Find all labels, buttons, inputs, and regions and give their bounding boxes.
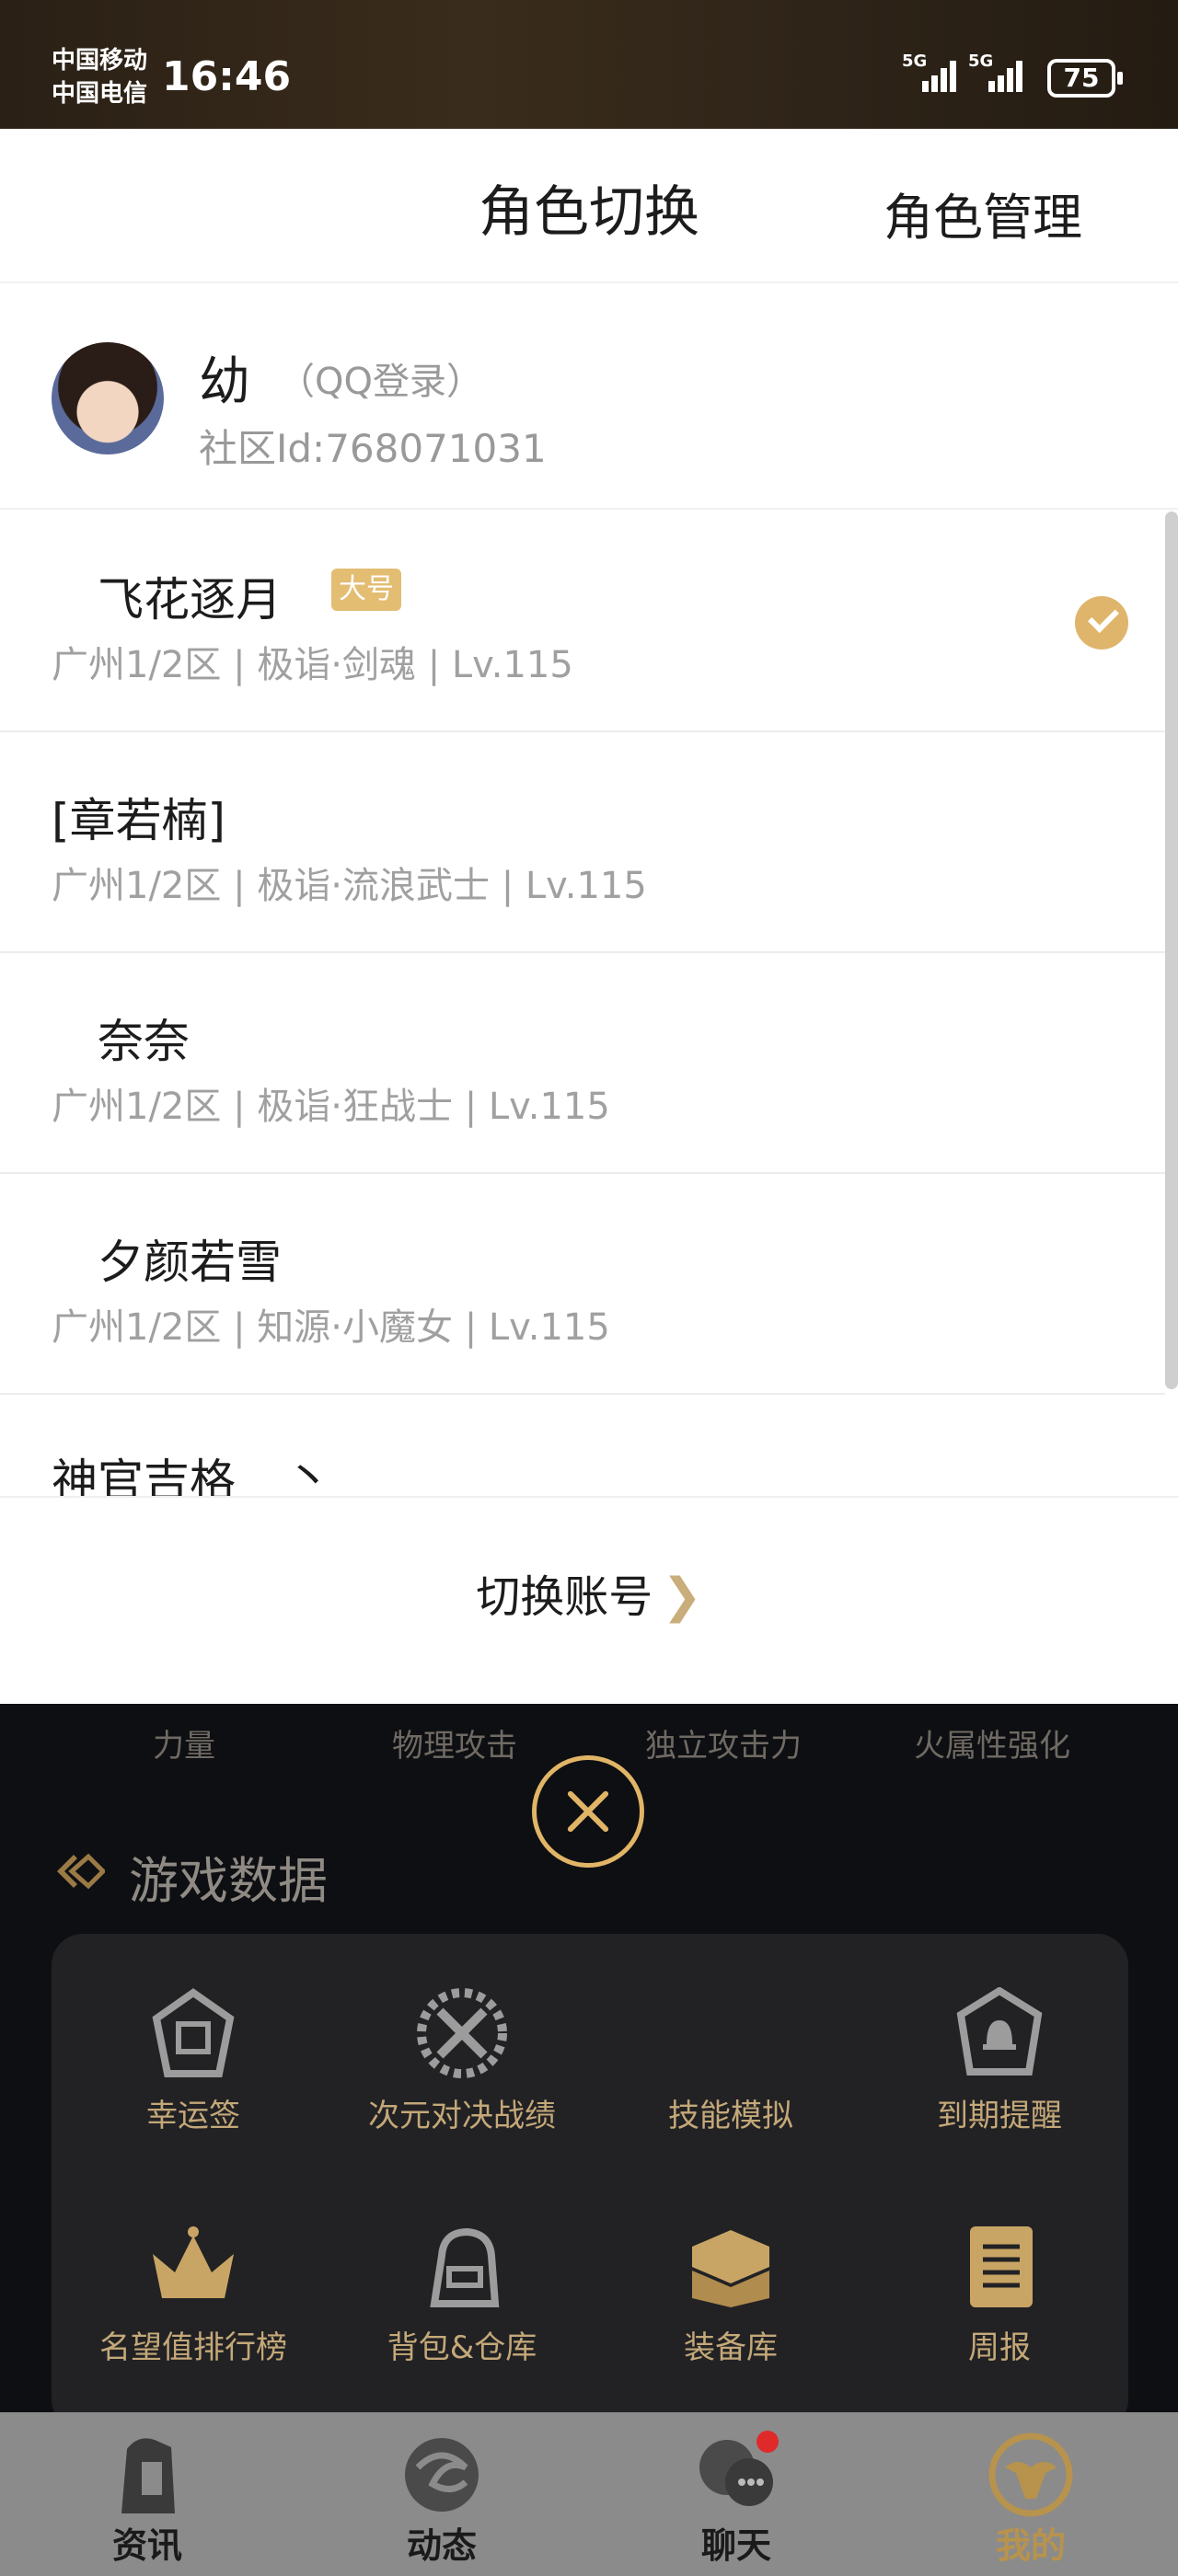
role-switch-sheet: 角色切换 角色管理 幼 （QQ登录） 社区Id:768071031 飞花逐月 大…: [0, 129, 1178, 1704]
crown-icon: [153, 2226, 234, 2298]
role-name: [章若楠]: [52, 794, 226, 847]
check-circle-icon: [1075, 596, 1128, 650]
arrow-right-icon: ❯: [662, 1569, 702, 1624]
sheet-header: 角色切换 角色管理: [0, 129, 1178, 283]
carrier-2: 中国电信: [52, 80, 148, 108]
stat-strength: 力量: [153, 1728, 215, 1765]
nav-label: 动态: [406, 2525, 477, 2566]
carrier-labels: 中国移动 中国电信: [52, 44, 147, 110]
tool-weekly-report[interactable]: 周报: [865, 2201, 1134, 2403]
nav-label: 资讯: [111, 2525, 182, 2566]
dragon-icon: [405, 2438, 479, 2512]
switch-account-label: 切换账号: [476, 1571, 653, 1623]
nav-item-chat[interactable]: 聊天: [589, 2412, 884, 2576]
avatar: [52, 342, 164, 454]
game-data-panel: 幸运签 次元对决战绩 技能模拟 到期提醒 名望值排行榜 背包&仓库 装备库 周报: [52, 1934, 1128, 2431]
bottom-nav: 资讯 动态 聊天 我的: [0, 2412, 1178, 2576]
tool-backpack-storage[interactable]: 背包&仓库: [328, 2201, 596, 2403]
nav-item-news[interactable]: 资讯: [0, 2412, 294, 2576]
main-account-badge: 大号: [331, 569, 401, 611]
tool-label: 到期提醒: [937, 2098, 1062, 2134]
role-name: 飞花逐月: [98, 573, 282, 627]
close-circle-icon[interactable]: [532, 1755, 644, 1868]
tool-label: 技能模拟: [668, 2098, 793, 2134]
role-item-feihuazhuyue[interactable]: 飞花逐月 大号 广州1/2区 | 极诣·剑魂 | Lv.115: [0, 512, 1165, 732]
stat-independent-attack: 独立攻击力: [645, 1728, 802, 1765]
dimension-battle-icon: [417, 1988, 507, 2078]
carrier-1: 中国移动: [52, 47, 148, 75]
status-bar: 中国移动 中国电信 16:46 5G 5G 75: [0, 0, 1178, 129]
role-detail: 广州1/2区 | 极诣·狂战士 | Lv.115: [52, 1086, 610, 1128]
role-detail: 广州1/2区 | 极诣·剑魂 | Lv.115: [52, 644, 573, 686]
tool-lucky-draw[interactable]: 幸运签: [59, 1969, 328, 2171]
stat-physical-attack: 物理攻击: [392, 1728, 517, 1765]
tool-label: 背包&仓库: [387, 2329, 537, 2366]
role-detail: 广州1/2区 | 极诣·流浪武士 | Lv.115: [52, 865, 647, 907]
tool-fame-ranking[interactable]: 名望值排行榜: [59, 2201, 328, 2403]
profile-icon: [988, 2432, 1073, 2517]
bell-icon: [956, 1987, 1043, 2076]
tool-equipment-library[interactable]: 装备库: [596, 2201, 865, 2403]
role-detail: 广州1/2区 | 知源·小魔女 | Lv.115: [52, 1306, 610, 1349]
tool-skill-simulator[interactable]: 技能模拟: [596, 1969, 865, 2171]
fortune-stick-icon: [152, 1988, 235, 2077]
section-arrow-icon: [57, 1853, 105, 1890]
community-id: 社区Id:768071031: [199, 426, 547, 471]
role-item-xiyanruoxue[interactable]: 夕颜若雪 广州1/2区 | 知源·小魔女 | Lv.115: [0, 1174, 1165, 1395]
tool-label: 名望值排行榜: [99, 2329, 287, 2366]
section-title: 游戏数据: [129, 1852, 328, 1910]
switch-account-button[interactable]: 切换账号 ❯: [0, 1560, 1178, 1625]
account-name: 幼: [199, 352, 250, 412]
clock: 16:46: [162, 53, 292, 100]
switch-account-row: 切换账号 ❯: [0, 1496, 1178, 1704]
tool-label: 幸运签: [146, 2098, 240, 2134]
scroll-icon: [970, 2226, 1033, 2307]
news-icon: [121, 2438, 175, 2513]
tool-expiry-reminder[interactable]: 到期提醒: [865, 1969, 1134, 2171]
role-manage-button[interactable]: 角色管理: [884, 177, 1082, 249]
nav-item-me[interactable]: 我的: [884, 2412, 1178, 2576]
role-item-naina[interactable]: 奈奈 广州1/2区 | 极诣·狂战士 | Lv.115: [0, 953, 1165, 1174]
treasure-chest-icon: [692, 2230, 769, 2307]
login-method: （QQ登录）: [278, 361, 483, 403]
role-name: 夕颜若雪: [98, 1236, 282, 1289]
role-item-zhangruonan[interactable]: [章若楠] 广州1/2区 | 极诣·流浪武士 | Lv.115: [0, 732, 1165, 953]
battery-icon: 75: [1047, 59, 1123, 98]
tool-label: 装备库: [684, 2329, 778, 2366]
backpack-icon: [430, 2227, 500, 2307]
account-info: 幼 （QQ登录） 社区Id:768071031: [0, 285, 1178, 510]
tool-label: 次元对决战绩: [368, 2098, 556, 2134]
role-name: 奈奈: [98, 1015, 190, 1068]
list-scrollbar[interactable]: [1165, 512, 1178, 1389]
nav-label: 我的: [995, 2525, 1066, 2566]
tool-dimension-battle[interactable]: 次元对决战绩: [328, 1969, 596, 2171]
tool-label: 周报: [968, 2329, 1031, 2366]
nav-item-feed[interactable]: 动态: [294, 2412, 589, 2576]
stat-fire-enhance: 火属性强化: [914, 1728, 1070, 1765]
notification-dot: [756, 2431, 779, 2453]
nav-label: 聊天: [700, 2525, 771, 2566]
